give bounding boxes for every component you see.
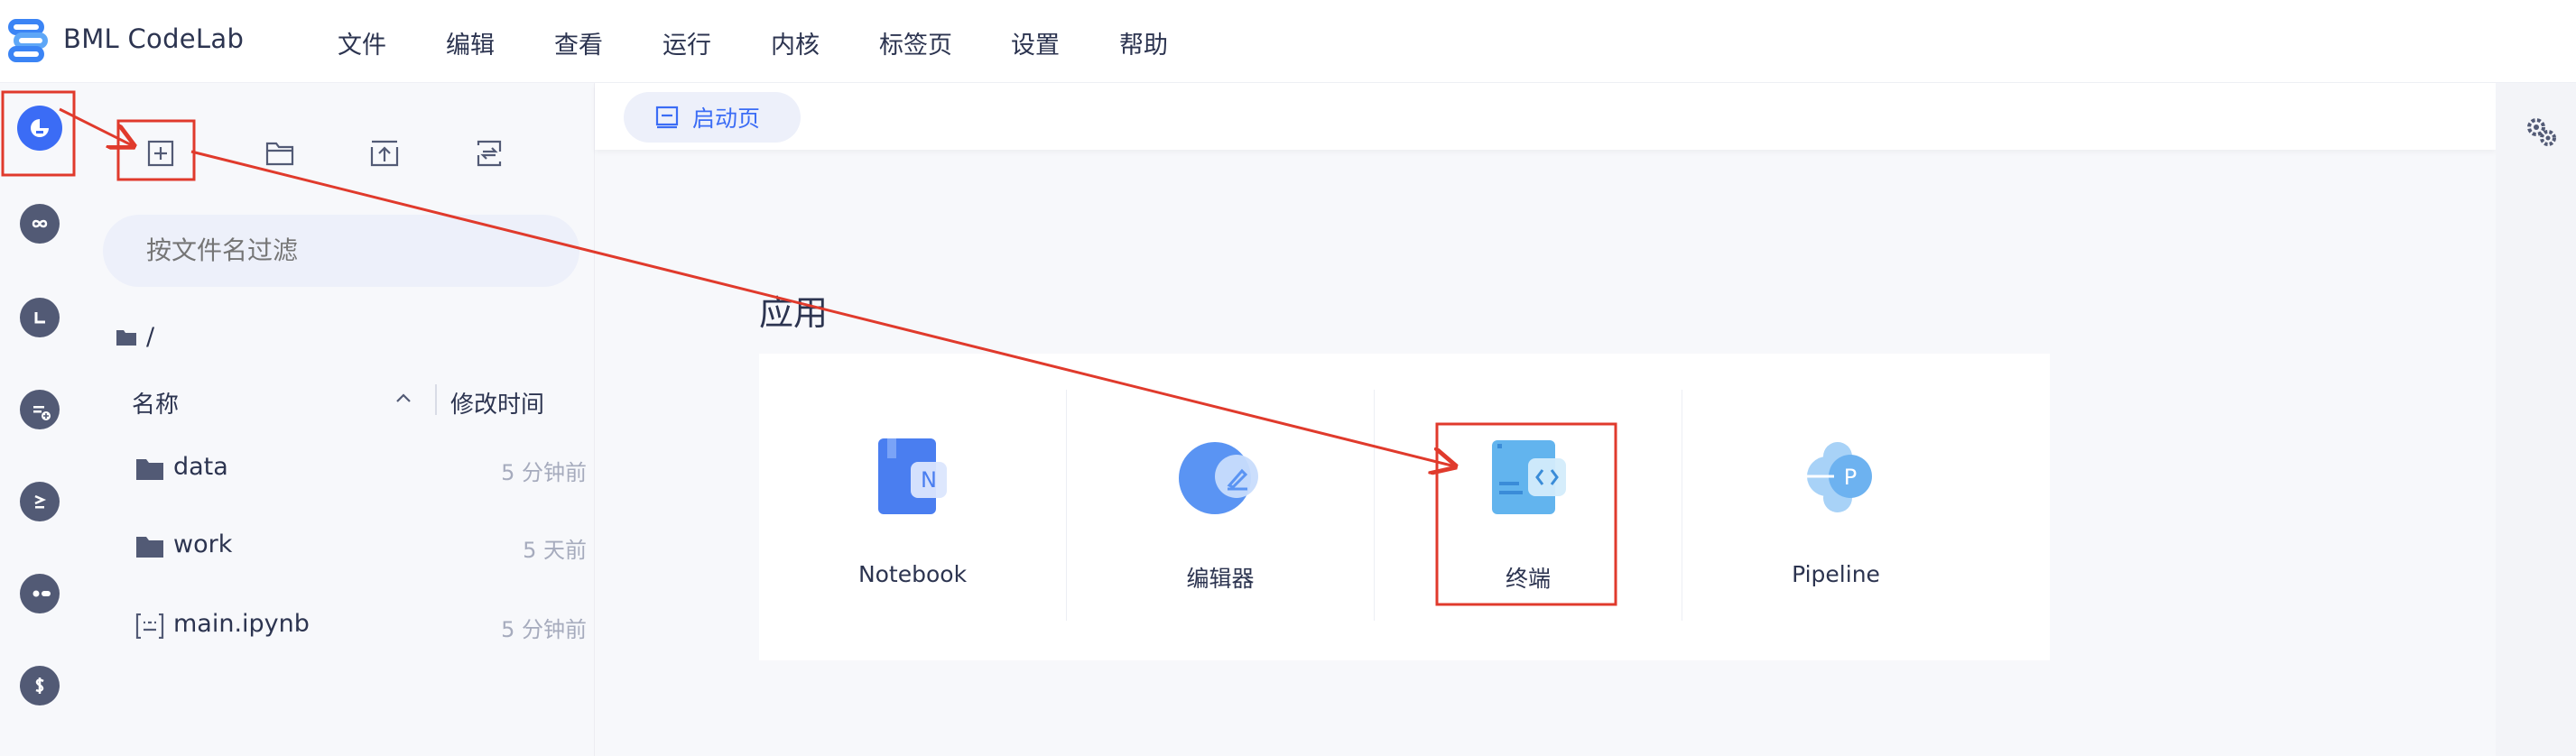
launcher-cards: N Notebook 编辑器 终端 P Pipeline [759,354,2050,660]
file-row-data[interactable]: data 5 分钟前 [135,453,641,498]
folder-icon [116,329,136,346]
file-filter-input[interactable] [103,215,579,287]
card-label: Pipeline [1792,561,1880,587]
launcher-tab-icon [655,106,679,129]
toggle-icon[interactable] [20,574,60,613]
column-modified[interactable]: 修改时间 [450,386,544,419]
pipeline-icon: P [1803,442,1872,512]
new-folder-icon [265,142,294,166]
new-launcher-icon [147,140,174,167]
file-row-main-ipynb[interactable]: main.ipynb 5 分钟前 [135,610,641,655]
menu-settings[interactable]: 设置 [1011,25,1119,60]
column-divider[interactable] [435,384,437,415]
file-row-work[interactable]: work 5 天前 [135,530,641,576]
section-title: 应用 [759,293,829,333]
notebook-icon: N [878,438,947,514]
file-modified: 5 分钟前 [501,617,587,642]
terminal-icon [1492,440,1566,514]
right-sidebar [2496,83,2576,756]
bml-logo-icon [8,19,48,62]
main-area: 启动页 应用 N Notebook 编辑器 终端 P Pipeline [595,83,2496,756]
file-modified: 5 天前 [523,538,587,563]
new-launcher-button[interactable] [141,134,181,173]
file-browser-panel: / 名称 修改时间 data 5 分钟前 work 5 天前 main.ipyn… [85,83,595,756]
tab-label: 启动页 [692,106,761,132]
menu-file[interactable]: 文件 [338,25,446,60]
menu-edit[interactable]: 编辑 [446,25,554,60]
new-folder-button[interactable] [260,134,300,173]
svg-text:P: P [1844,465,1857,490]
app-title: BML CodeLab [63,23,245,54]
notebook-file-icon [135,613,164,639]
launcher-card-terminal[interactable]: 终端 [1375,354,1682,660]
activity-bar [0,83,85,756]
svg-text:N: N [921,467,937,493]
corner-icon[interactable] [20,298,60,337]
upload-button[interactable] [365,134,404,173]
file-name: data [173,453,228,481]
folder-icon [136,459,163,480]
prompt-icon[interactable] [20,482,60,521]
card-label: 终端 [1505,566,1551,592]
menu-tabs[interactable]: 标签页 [879,25,1011,60]
refresh-button[interactable] [469,134,509,173]
file-name: main.ipynb [173,610,310,638]
menu-bar: 文件 编辑 查看 运行 内核 标签页 设置 帮助 [338,25,1228,60]
editor-icon [1179,442,1258,514]
top-bar: BML CodeLab 文件 编辑 查看 运行 内核 标签页 设置 帮助 [0,0,2576,83]
launcher-card-pipeline[interactable]: P Pipeline [1682,354,1989,660]
infinity-icon[interactable] [20,204,60,244]
launcher-card-editor[interactable]: 编辑器 [1067,354,1374,660]
menu-help[interactable]: 帮助 [1119,25,1228,60]
breadcrumb-path: / [146,323,155,351]
card-label: 编辑器 [1186,566,1255,592]
menu-view[interactable]: 查看 [554,25,663,60]
menu-run[interactable]: 运行 [663,25,771,60]
dollar-icon[interactable] [20,666,60,705]
folder-icon [136,537,163,558]
card-label: Notebook [857,561,968,587]
breadcrumb[interactable]: / [116,323,154,351]
file-modified: 5 分钟前 [501,460,587,485]
chevron-up-icon[interactable] [394,388,413,408]
refresh-icon [477,140,502,167]
tab-strip: 启动页 [595,83,2496,150]
upload-icon [370,140,399,167]
tab-launcher[interactable]: 启动页 [624,92,801,143]
launcher-card-notebook[interactable]: N Notebook [759,354,1066,660]
file-name: work [173,530,233,558]
file-browser-icon[interactable] [17,106,62,151]
menu-kernel[interactable]: 内核 [771,25,879,60]
column-name[interactable]: 名称 [132,386,179,419]
gear-icon[interactable] [2523,114,2559,150]
file-list-header: 名称 修改时间 [132,384,637,431]
kernel-icon[interactable] [20,390,60,429]
